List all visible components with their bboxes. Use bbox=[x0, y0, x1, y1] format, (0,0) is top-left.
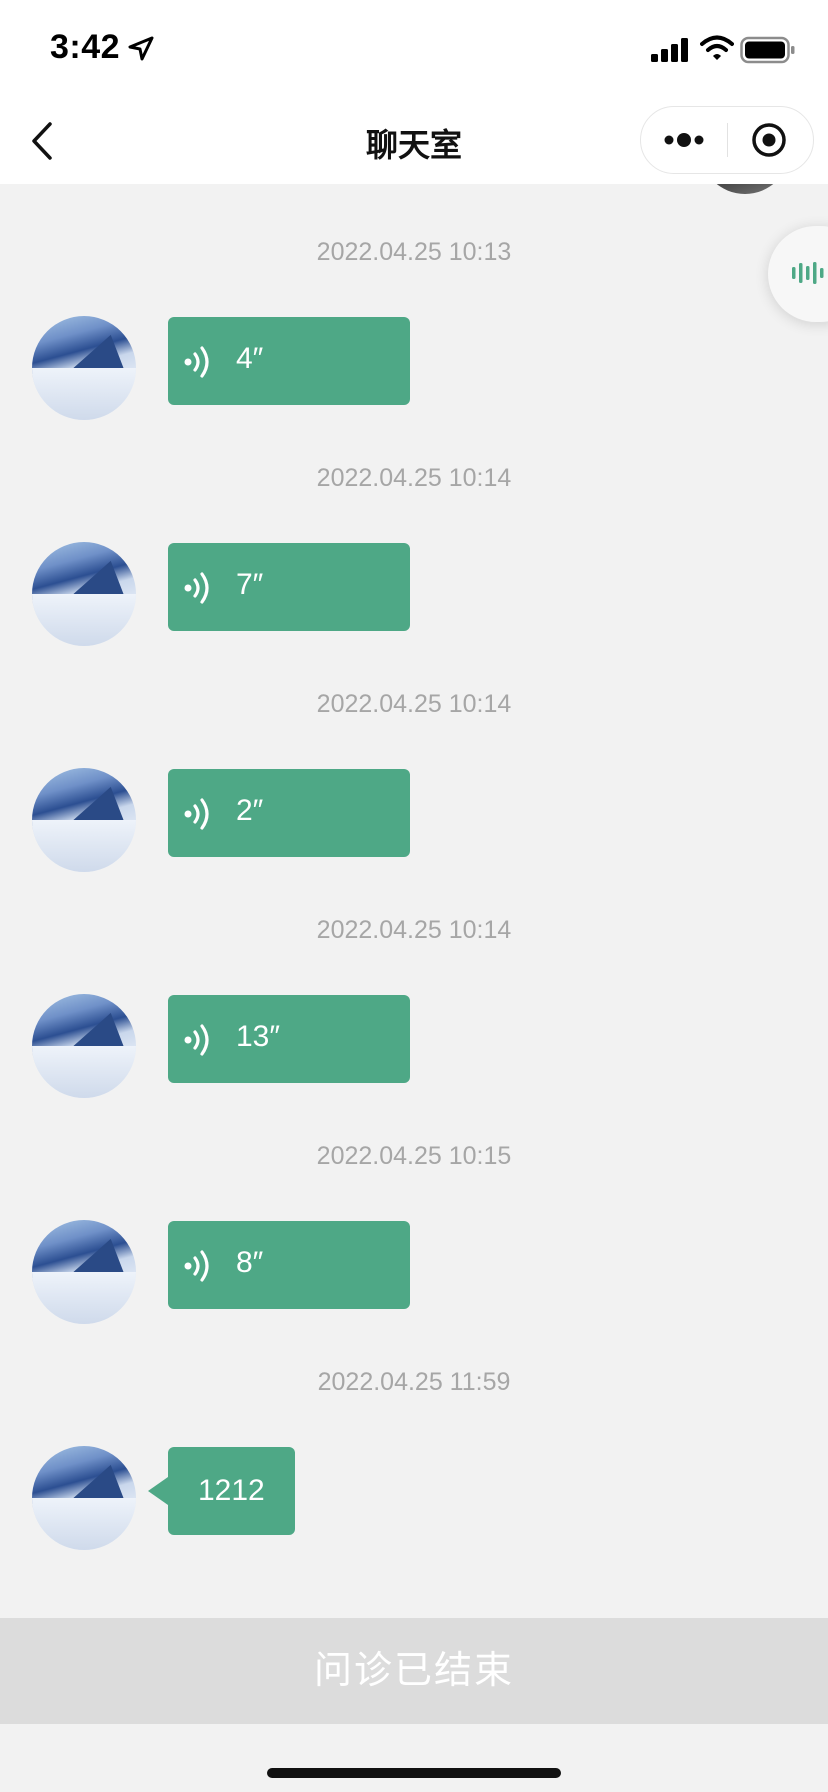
status-time: 3:42 bbox=[50, 28, 121, 66]
voice-duration: 4″ bbox=[236, 342, 264, 375]
chat-area[interactable]: 2022.04.25 10:13 4″ 2022.04.25 10:14 7″ … bbox=[0, 184, 828, 1618]
voice-message-bubble[interactable]: 13″ bbox=[168, 995, 410, 1083]
location-arrow-icon bbox=[128, 36, 154, 61]
more-dots-icon bbox=[664, 133, 704, 147]
text-message-bubble[interactable]: 1212 bbox=[148, 1447, 295, 1535]
capsule-divider bbox=[727, 123, 728, 157]
partial-avatar bbox=[700, 184, 790, 194]
avatar[interactable] bbox=[32, 1446, 136, 1550]
home-indicator-area bbox=[0, 1724, 828, 1792]
avatar[interactable] bbox=[32, 316, 136, 420]
target-circle-icon bbox=[752, 123, 786, 157]
voice-message-bubble[interactable]: 7″ bbox=[168, 543, 410, 631]
voice-duration: 13″ bbox=[236, 1020, 280, 1053]
avatar[interactable] bbox=[32, 994, 136, 1098]
consultation-ended-bar: 问诊已结束 bbox=[0, 1618, 828, 1724]
message-timestamp: 2022.04.25 10:14 bbox=[316, 916, 512, 944]
cellular-signal-icon bbox=[651, 38, 688, 62]
home-indicator[interactable] bbox=[267, 1768, 561, 1778]
avatar[interactable] bbox=[32, 768, 136, 872]
voice-message-bubble[interactable]: 2″ bbox=[168, 769, 410, 857]
close-button[interactable] bbox=[729, 107, 813, 173]
voice-duration: 7″ bbox=[236, 568, 264, 601]
voice-wave-icon bbox=[184, 798, 209, 830]
voice-message-bubble[interactable]: 8″ bbox=[168, 1221, 410, 1309]
mini-program-capsule bbox=[640, 106, 814, 174]
battery-icon bbox=[740, 36, 795, 64]
avatar[interactable] bbox=[32, 1220, 136, 1324]
voice-wave-icon bbox=[184, 1024, 209, 1056]
wifi-icon bbox=[700, 35, 734, 60]
voice-duration: 8″ bbox=[236, 1246, 264, 1279]
message-timestamp: 2022.04.25 11:59 bbox=[317, 1368, 511, 1396]
status-bar: 3:42 bbox=[0, 0, 828, 100]
voice-wave-icon bbox=[184, 1250, 209, 1282]
avatar[interactable] bbox=[32, 542, 136, 646]
voice-duration: 2″ bbox=[236, 794, 264, 827]
more-button[interactable] bbox=[641, 107, 727, 173]
message-timestamp: 2022.04.25 10:14 bbox=[316, 690, 512, 718]
message-timestamp: 2022.04.25 10:13 bbox=[316, 238, 512, 266]
message-timestamp: 2022.04.25 10:14 bbox=[316, 464, 512, 492]
voice-wave-icon bbox=[184, 572, 209, 604]
nav-bar: 聊天室 bbox=[0, 100, 828, 184]
voice-wave-icon bbox=[184, 346, 209, 378]
message-timestamp: 2022.04.25 10:15 bbox=[316, 1142, 512, 1170]
voice-message-bubble[interactable]: 4″ bbox=[168, 317, 410, 405]
